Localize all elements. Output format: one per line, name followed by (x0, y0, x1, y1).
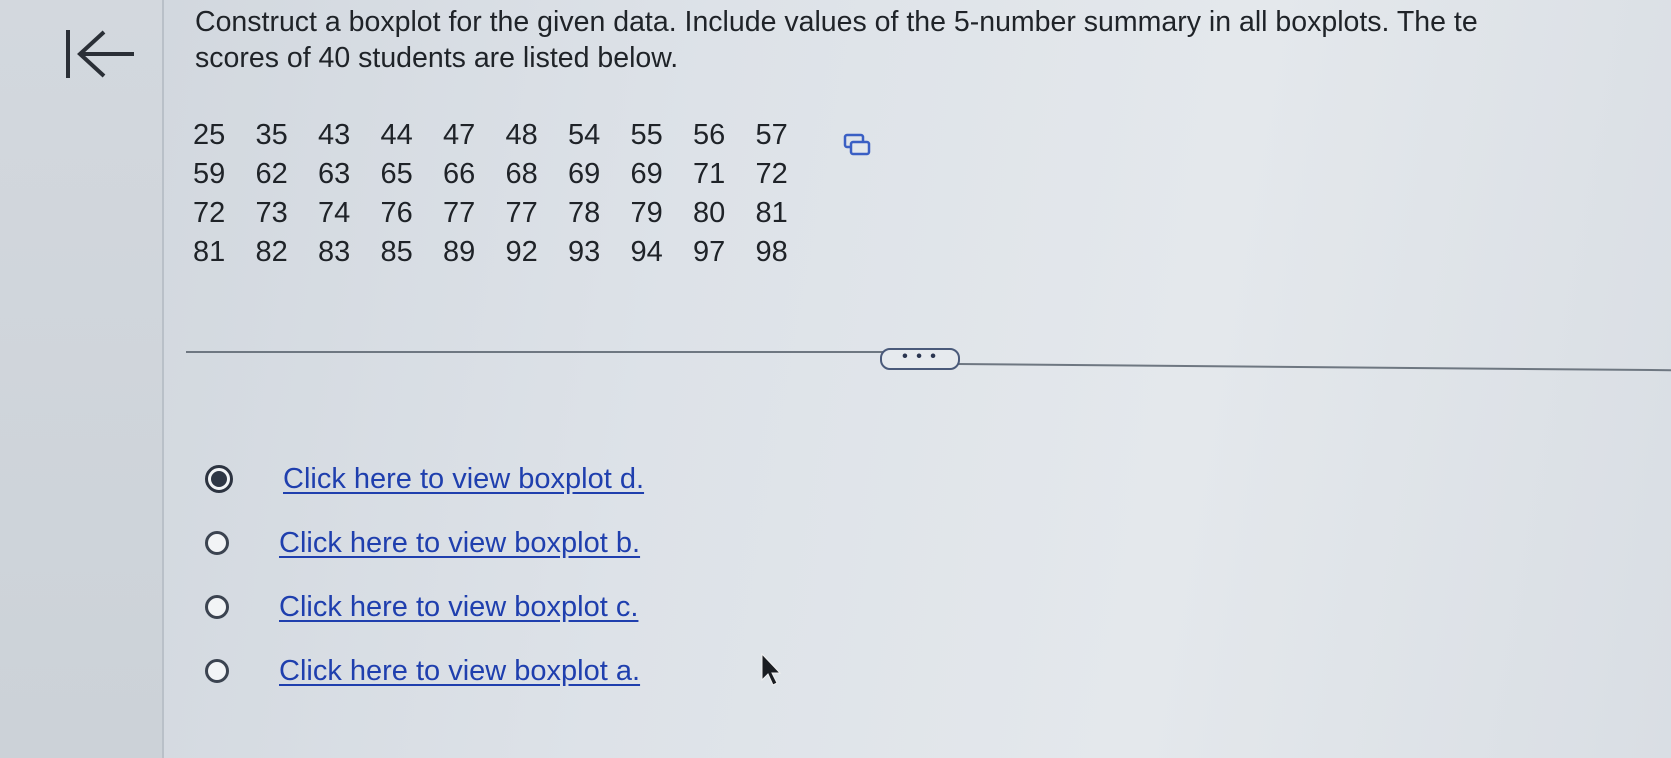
data-value: 57 (755, 119, 788, 151)
data-value: 83 (318, 236, 351, 268)
data-value: 77 (443, 197, 476, 229)
copy-data-icon[interactable] (843, 132, 873, 158)
boxplot-link[interactable]: Click here to view boxplot d. (283, 463, 644, 496)
data-value: 92 (505, 236, 538, 268)
data-value: 68 (505, 158, 538, 190)
option-boxplot-d[interactable]: Click here to view boxplot d. (205, 447, 644, 511)
radio-button[interactable] (205, 595, 229, 619)
data-value: 94 (630, 236, 663, 268)
data-value: 74 (318, 197, 351, 229)
mouse-pointer-icon (761, 652, 782, 686)
data-row: 72 73 74 76 77 77 78 79 80 81 (193, 194, 818, 233)
boxplot-link[interactable]: Click here to view boxplot a. (279, 655, 640, 688)
data-table: 25 35 43 44 47 48 54 55 56 57 59 62 63 65 66 68 69 69 71 72… (193, 116, 818, 272)
data-value: 69 (630, 158, 663, 190)
radio-button[interactable] (205, 659, 229, 683)
data-value: 76 (380, 197, 413, 229)
data-value: 44 (380, 119, 413, 151)
data-value: 47 (443, 119, 476, 151)
data-row: 59 62 63 65 66 68 69 69 71 72 (193, 155, 818, 194)
radio-button-selected[interactable] (205, 465, 233, 493)
data-value: 89 (443, 236, 476, 268)
boxplot-link[interactable]: Click here to view boxplot b. (279, 527, 640, 560)
data-value: 59 (193, 158, 226, 190)
option-boxplot-a[interactable]: Click here to view boxplot a. (205, 639, 644, 703)
question-line-1: Construct a boxplot for the given data. … (195, 6, 1478, 38)
data-value: 69 (568, 158, 601, 190)
data-value: 71 (693, 158, 726, 190)
data-value: 78 (568, 197, 601, 229)
data-value: 66 (443, 158, 476, 190)
section-divider (186, 351, 884, 353)
data-value: 79 (630, 197, 663, 229)
collapse-left-icon[interactable] (62, 24, 140, 84)
answer-options: Click here to view boxplot d. Click here… (205, 447, 644, 703)
data-value: 85 (380, 236, 413, 268)
data-value: 80 (693, 197, 726, 229)
data-value: 55 (630, 119, 663, 151)
boxplot-link[interactable]: Click here to view boxplot c. (279, 591, 638, 624)
data-value: 35 (255, 119, 288, 151)
data-value: 48 (505, 119, 538, 151)
data-value: 77 (505, 197, 538, 229)
data-value: 72 (193, 197, 226, 229)
data-value: 82 (255, 236, 288, 268)
data-value: 63 (318, 158, 351, 190)
data-value: 93 (568, 236, 601, 268)
more-button[interactable]: • • • (880, 348, 960, 370)
option-boxplot-c[interactable]: Click here to view boxplot c. (205, 575, 644, 639)
data-value: 72 (755, 158, 788, 190)
radio-button[interactable] (205, 531, 229, 555)
option-boxplot-b[interactable]: Click here to view boxplot b. (205, 511, 644, 575)
data-value: 97 (693, 236, 726, 268)
question-line-2: scores of 40 students are listed below. (195, 42, 679, 74)
data-value: 73 (255, 197, 288, 229)
data-value: 98 (755, 236, 788, 268)
data-value: 43 (318, 119, 351, 151)
data-value: 62 (255, 158, 288, 190)
data-value: 54 (568, 119, 601, 151)
data-value: 81 (755, 197, 788, 229)
data-value: 81 (193, 236, 226, 268)
data-row: 25 35 43 44 47 48 54 55 56 57 (193, 116, 818, 155)
section-divider (957, 363, 1671, 372)
data-value: 25 (193, 119, 226, 151)
data-value: 56 (693, 119, 726, 151)
question-text: Construct a boxplot for the given data. … (195, 4, 1671, 76)
data-value: 65 (380, 158, 413, 190)
left-panel (0, 0, 164, 758)
data-row: 81 82 83 85 89 92 93 94 97 98 (193, 233, 818, 272)
